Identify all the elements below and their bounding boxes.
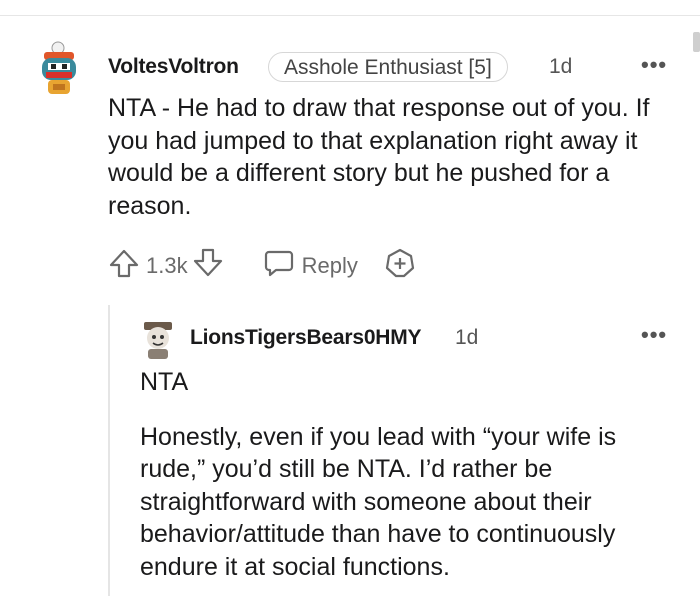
comment-paragraph: NTA	[140, 368, 189, 396]
comment-timestamp[interactable]: 1d	[549, 55, 572, 79]
comment-paragraph: Honestly, even if you lead with “your wi…	[140, 422, 617, 581]
downvote-arrow-icon[interactable]	[192, 247, 224, 285]
vote-count: 1.3k	[146, 253, 188, 278]
more-options-icon[interactable]: •••	[641, 324, 667, 346]
speech-bubble-icon	[264, 248, 294, 284]
comment-body: NTA Honestly, even if you lead with “you…	[140, 366, 680, 583]
thread-line[interactable]	[108, 305, 110, 596]
upvote-arrow-icon[interactable]	[108, 247, 140, 285]
reply-label: Reply	[301, 253, 358, 278]
scrollbar-thumb[interactable]	[693, 32, 700, 52]
comment-author[interactable]: VoltesVoltron	[108, 55, 239, 79]
comment-body: NTA - He had to draw that response out o…	[108, 92, 678, 222]
top-divider	[0, 15, 700, 16]
user-avatar[interactable]	[140, 320, 176, 360]
more-options-icon[interactable]: •••	[641, 54, 667, 76]
comment-paragraph: NTA - He had to draw that response out o…	[108, 94, 650, 220]
comment-timestamp[interactable]: 1d	[455, 326, 478, 350]
user-avatar[interactable]	[38, 38, 80, 98]
comment-author[interactable]: LionsTigersBears0HMY	[190, 326, 422, 350]
award-plus-icon[interactable]	[384, 247, 416, 285]
reply-button[interactable]: Reply	[264, 248, 358, 284]
comment-actions: 1.3k Reply	[108, 247, 416, 285]
user-flair: Asshole Enthusiast [5]	[268, 52, 508, 82]
